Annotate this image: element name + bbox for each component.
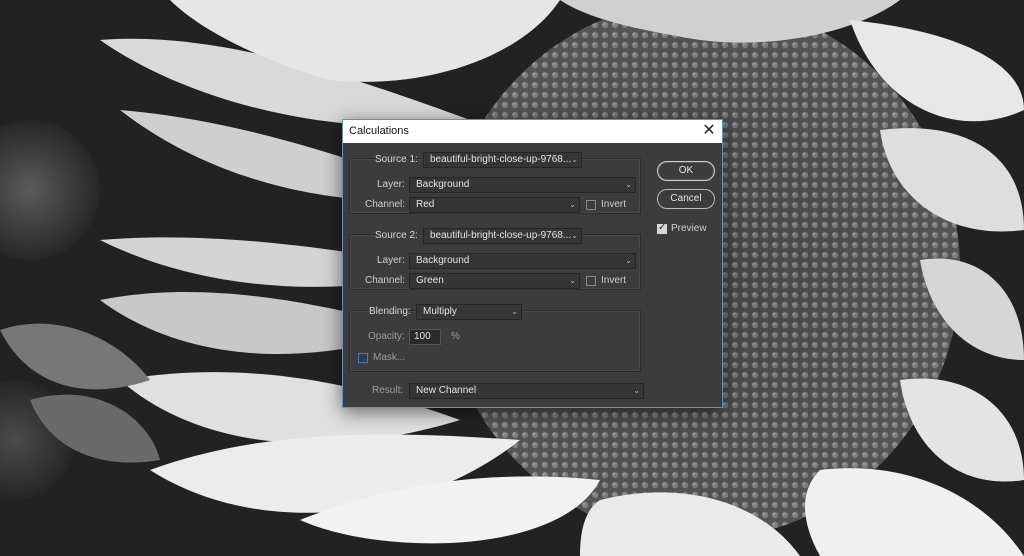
preview-checkbox[interactable]	[657, 222, 667, 234]
calculations-dialog: Calculations ✕ Source 1: beautiful-brigh…	[342, 119, 723, 408]
source1-layer-value: Background	[416, 179, 470, 190]
chevron-down-icon: ⌄	[571, 155, 578, 164]
opacity-unit: %	[451, 331, 460, 342]
source1-layer-label: Layer:	[377, 179, 405, 190]
source2-file-dropdown[interactable]: beautiful-bright-close-up-9768... ⌄	[423, 228, 582, 244]
result-label: Result:	[372, 385, 404, 396]
source1-file-value: beautiful-bright-close-up-9768...	[430, 154, 572, 165]
source2-file-value: beautiful-bright-close-up-9768...	[430, 230, 572, 241]
source2-layer-dropdown[interactable]: Background ⌄	[409, 253, 636, 269]
source2-channel-dropdown[interactable]: Green ⌄	[409, 273, 580, 289]
blending-mode-value: Multiply	[423, 306, 457, 317]
source1-invert-label[interactable]: Invert	[601, 197, 626, 213]
source2-layer-value: Background	[416, 255, 470, 266]
chevron-down-icon: ⌄	[625, 180, 632, 189]
blending-label: Blending:	[369, 306, 411, 317]
mask-checkbox[interactable]	[358, 353, 368, 363]
chevron-down-icon: ⌄	[569, 276, 576, 285]
source2-invert-checkbox[interactable]	[586, 276, 596, 286]
chevron-down-icon: ⌄	[625, 256, 632, 265]
source1-label: Source 1:	[375, 154, 418, 165]
result-dropdown[interactable]: New Channel ⌄	[409, 383, 644, 399]
result-value: New Channel	[416, 385, 477, 396]
source1-layer-dropdown[interactable]: Background ⌄	[409, 177, 636, 193]
source1-channel-dropdown[interactable]: Red ⌄	[409, 197, 580, 213]
mask-label[interactable]: Mask...	[373, 350, 405, 366]
source1-invert-checkbox[interactable]	[586, 200, 596, 210]
source2-channel-value: Green	[416, 275, 444, 286]
source1-channel-label: Channel:	[365, 199, 406, 210]
opacity-label: Opacity:	[368, 331, 405, 342]
source2-invert-label[interactable]: Invert	[601, 273, 626, 289]
chevron-down-icon: ⌄	[633, 386, 640, 395]
cancel-button[interactable]: Cancel	[657, 189, 715, 209]
preview-label[interactable]: Preview	[671, 221, 707, 237]
source1-channel-value: Red	[416, 199, 435, 210]
source2-layer-label: Layer:	[377, 255, 405, 266]
opacity-input[interactable]: 100	[409, 329, 441, 345]
chevron-down-icon: ⌄	[569, 200, 576, 209]
close-icon[interactable]: ✕	[696, 120, 722, 143]
blending-mode-dropdown[interactable]: Multiply ⌄	[416, 304, 522, 320]
dialog-title: Calculations	[349, 125, 409, 137]
chevron-down-icon: ⌄	[571, 231, 578, 240]
source2-channel-label: Channel:	[365, 275, 406, 286]
source1-file-dropdown[interactable]: beautiful-bright-close-up-9768... ⌄	[423, 152, 582, 168]
chevron-down-icon: ⌄	[511, 307, 518, 316]
source2-label: Source 2:	[375, 230, 418, 241]
dialog-titlebar[interactable]: Calculations ✕	[343, 120, 722, 143]
ok-button[interactable]: OK	[657, 161, 715, 181]
